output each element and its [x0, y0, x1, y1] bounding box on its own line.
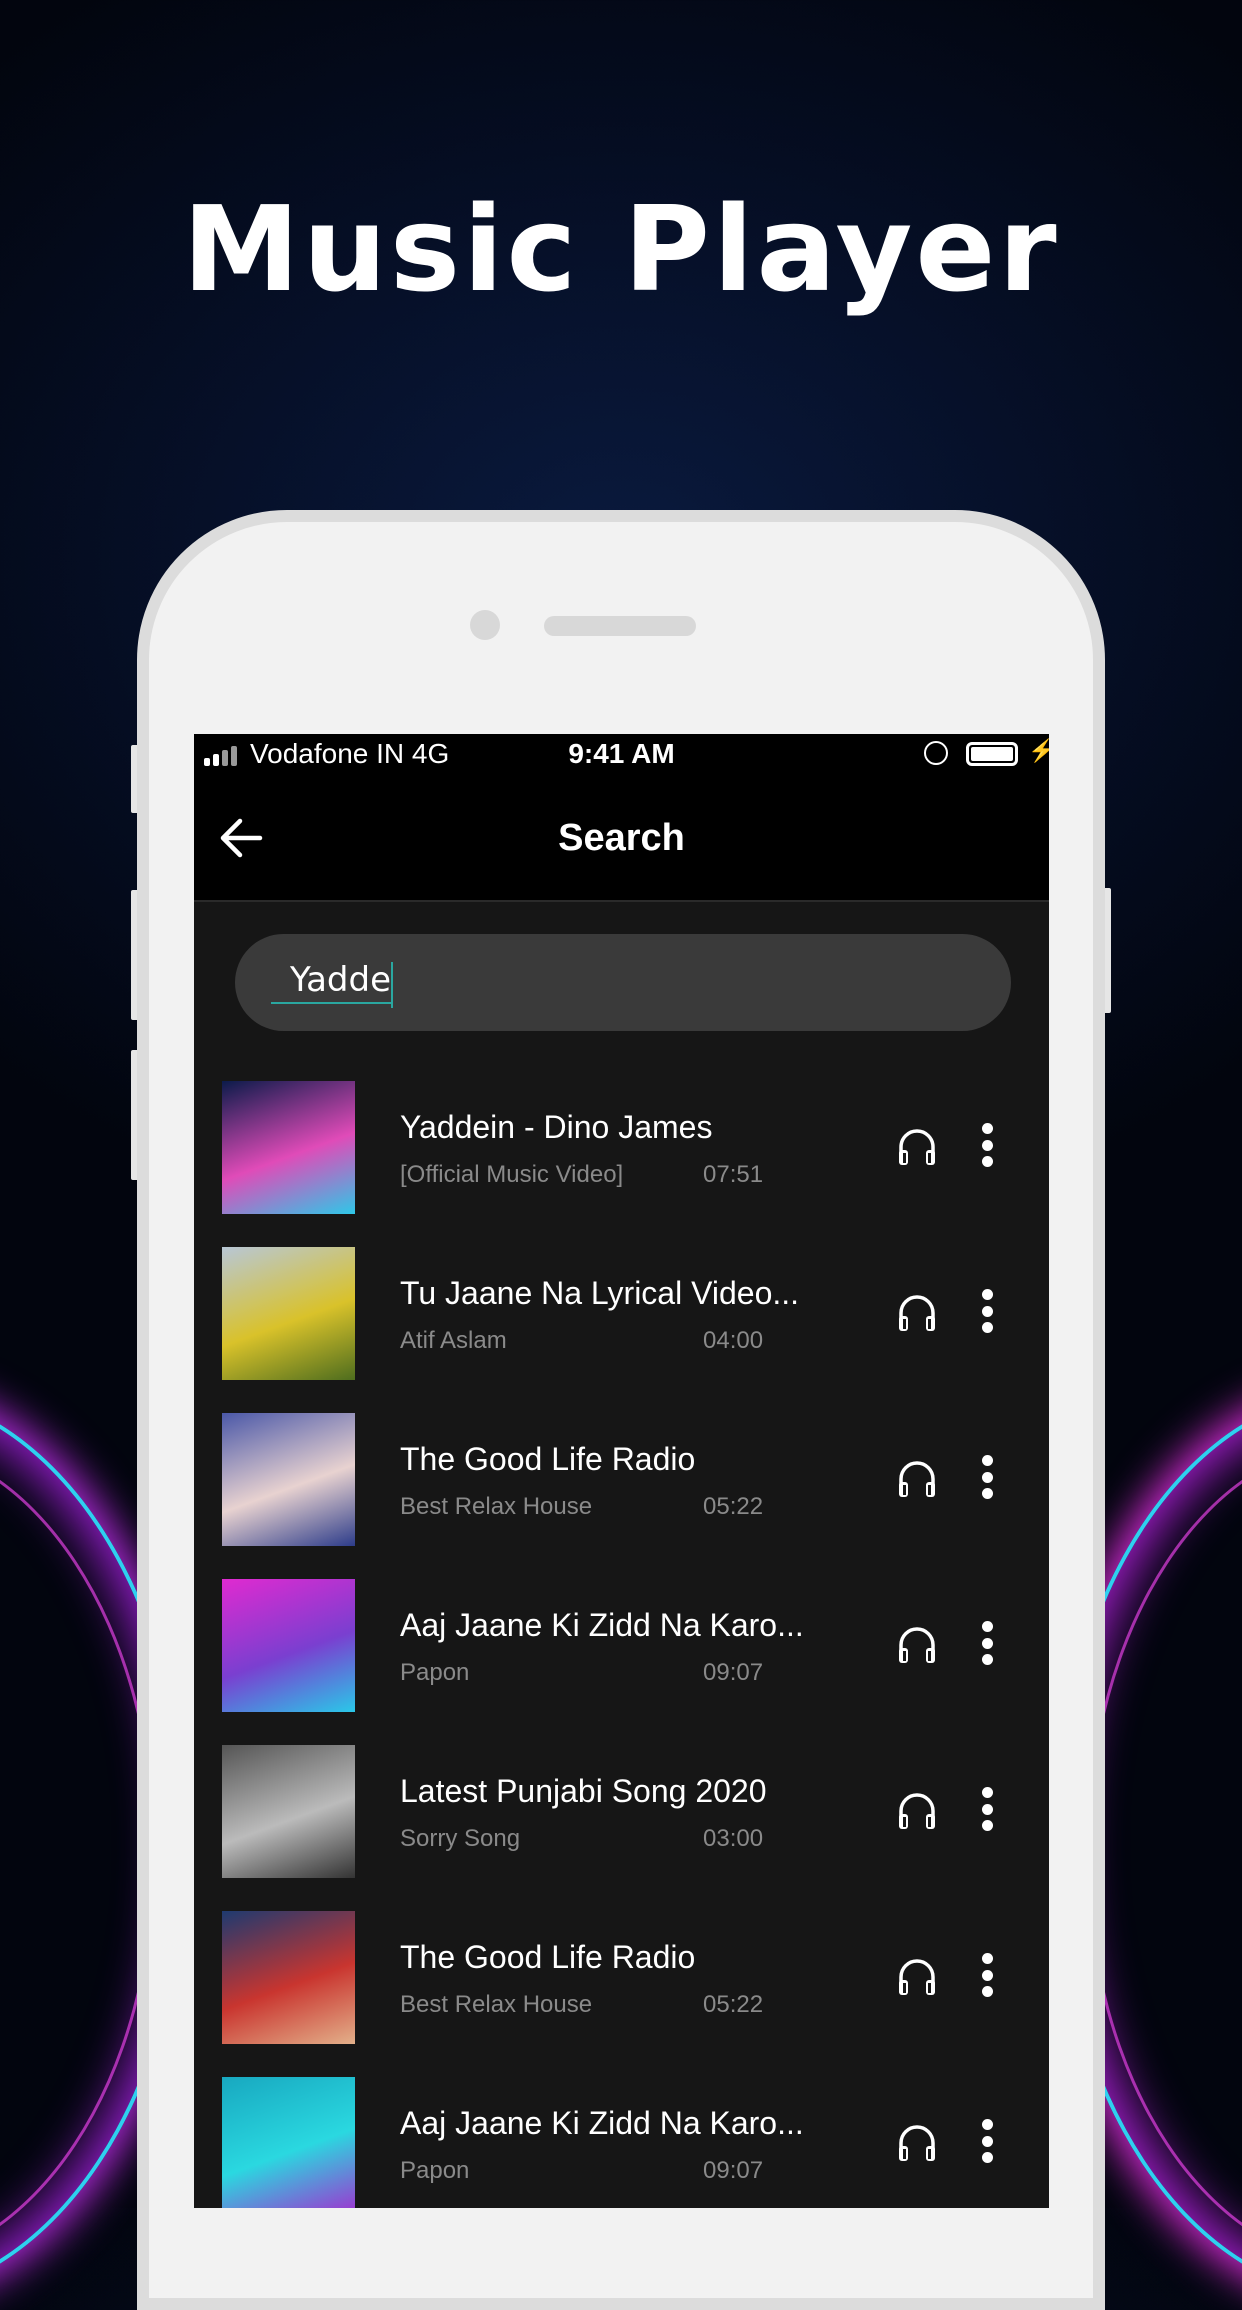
song-list-item[interactable]: Aaj Jaane Ki Zidd Na Karo... Papon 09:07	[194, 2077, 1049, 2208]
app-header: Search	[194, 775, 1049, 902]
song-title: Tu Jaane Na Lyrical Video...	[400, 1275, 800, 1311]
song-artist: [Official Music Video]	[400, 1161, 624, 1188]
headphones-icon[interactable]	[896, 1955, 938, 1997]
headphones-icon[interactable]	[896, 1125, 938, 1167]
clock: 9:41 AM	[568, 738, 675, 769]
song-list-item[interactable]: Tu Jaane Na Lyrical Video... Atif Aslam …	[194, 1247, 1049, 1413]
text-caret	[391, 962, 393, 1008]
song-title: Latest Punjabi Song 2020	[400, 1773, 767, 1809]
song-duration: 07:51	[703, 1161, 764, 1188]
song-duration: 09:07	[703, 1659, 764, 1686]
song-title: Yaddein - Dino James	[400, 1109, 713, 1145]
song-title: Aaj Jaane Ki Zidd Na Karo...	[400, 2105, 804, 2141]
headphones-icon[interactable]	[896, 2121, 938, 2163]
headphones-icon[interactable]	[896, 1623, 938, 1665]
search-input[interactable]: Yadde	[235, 934, 1011, 1031]
neon-ring-right-inner	[1086, 1440, 1242, 2266]
song-title: Aaj Jaane Ki Zidd Na Karo...	[400, 1607, 804, 1643]
search-underline	[271, 1002, 391, 1004]
album-art-thumbnail	[222, 1911, 355, 2044]
more-options-icon[interactable]	[980, 1123, 994, 1167]
song-duration: 03:00	[703, 1825, 764, 1852]
song-title: The Good Life Radio	[400, 1441, 696, 1477]
more-options-icon[interactable]	[980, 1953, 994, 1997]
song-artist: Best Relax House	[400, 1493, 593, 1520]
page-title: Search	[558, 817, 685, 859]
headphones-icon[interactable]	[896, 1457, 938, 1499]
status-bar: Vodafone IN 4G 9:41 AM ⚡	[194, 734, 1049, 775]
headphones-icon[interactable]	[896, 1291, 938, 1333]
song-artist: Papon	[400, 2157, 470, 2184]
song-artist: Atif Aslam	[400, 1327, 507, 1354]
song-list-item[interactable]: The Good Life Radio Best Relax House 05:…	[194, 1911, 1049, 2077]
album-art-thumbnail	[222, 1579, 355, 1712]
more-options-icon[interactable]	[980, 1621, 994, 1665]
more-options-icon[interactable]	[980, 1787, 994, 1831]
phone-speaker	[544, 616, 696, 636]
song-duration: 05:22	[703, 1991, 764, 2018]
phone-camera	[470, 610, 500, 640]
song-duration: 05:22	[703, 1493, 764, 1520]
song-duration: 09:07	[703, 2157, 764, 2184]
album-art-thumbnail	[222, 1745, 355, 1878]
song-title: The Good Life Radio	[400, 1939, 696, 1975]
song-artist: Sorry Song	[400, 1825, 521, 1852]
charging-icon: ⚡	[1028, 738, 1049, 763]
more-options-icon[interactable]	[980, 2119, 994, 2163]
rotation-lock-icon	[924, 741, 948, 765]
more-options-icon[interactable]	[980, 1289, 994, 1333]
song-list-item[interactable]: The Good Life Radio Best Relax House 05:…	[194, 1413, 1049, 1579]
album-art-thumbnail	[222, 1247, 355, 1380]
album-art-thumbnail	[222, 1081, 355, 1214]
song-artist: Best Relax House	[400, 1991, 593, 2018]
battery-icon	[966, 742, 1018, 766]
song-duration: 04:00	[703, 1327, 764, 1354]
song-list-item[interactable]: Latest Punjabi Song 2020 Sorry Song 03:0…	[194, 1745, 1049, 1911]
song-list-item[interactable]: Aaj Jaane Ki Zidd Na Karo... Papon 09:07	[194, 1579, 1049, 1745]
album-art-thumbnail	[222, 1413, 355, 1546]
song-list-item[interactable]: Yaddein - Dino James [Official Music Vid…	[194, 1081, 1049, 1247]
app-screen: Vodafone IN 4G 9:41 AM ⚡ Search Yadde Ya…	[194, 734, 1049, 2208]
promo-title: Music Player	[182, 180, 1060, 318]
search-input-value[interactable]: Yadde	[290, 960, 391, 1000]
headphones-icon[interactable]	[896, 1789, 938, 1831]
more-options-icon[interactable]	[980, 1455, 994, 1499]
song-artist: Papon	[400, 1659, 470, 1686]
album-art-thumbnail	[222, 2077, 355, 2208]
